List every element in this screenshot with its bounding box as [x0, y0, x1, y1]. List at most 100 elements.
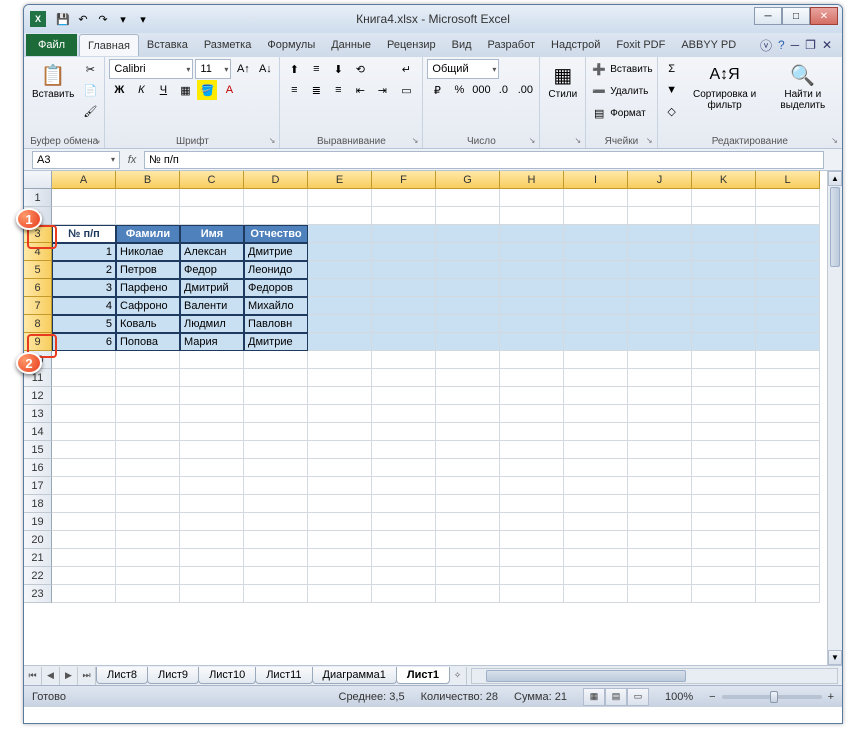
cell-F13[interactable] — [372, 405, 436, 423]
cell-K22[interactable] — [692, 567, 756, 585]
cell-C16[interactable] — [180, 459, 244, 477]
cell-K2[interactable] — [692, 207, 756, 225]
tab-data[interactable]: Данные — [323, 34, 379, 56]
cell-B14[interactable] — [116, 423, 180, 441]
font-name-combo[interactable]: Calibri — [109, 59, 193, 79]
cell-L3[interactable] — [756, 225, 820, 243]
cell-K21[interactable] — [692, 549, 756, 567]
wrap-text-icon[interactable]: ↵ — [394, 59, 418, 79]
column-header-J[interactable]: J — [628, 171, 692, 189]
row-header-14[interactable]: 14 — [24, 423, 52, 441]
zoom-track[interactable] — [722, 695, 822, 699]
inc-dec-icon[interactable]: .0 — [493, 80, 513, 100]
cell-D3[interactable]: Отчество — [244, 225, 308, 243]
cell-D13[interactable] — [244, 405, 308, 423]
cell-G20[interactable] — [436, 531, 500, 549]
paste-button[interactable]: 📋 Вставить — [28, 59, 78, 102]
cell-F18[interactable] — [372, 495, 436, 513]
cell-H8[interactable] — [500, 315, 564, 333]
cell-K3[interactable] — [692, 225, 756, 243]
delete-cells-button[interactable]: Удалить — [610, 86, 648, 97]
row-header-19[interactable]: 19 — [24, 513, 52, 531]
cell-B10[interactable] — [116, 351, 180, 369]
cell-F1[interactable] — [372, 189, 436, 207]
cell-I17[interactable] — [564, 477, 628, 495]
scroll-down-icon[interactable]: ▼ — [828, 650, 842, 665]
cell-E21[interactable] — [308, 549, 372, 567]
vertical-scrollbar[interactable]: ▲ ▼ — [827, 171, 842, 665]
cell-C9[interactable]: Мария — [180, 333, 244, 351]
cells-area[interactable]: № п/пФамилиИмяОтчество1НиколаеАлексанДми… — [52, 189, 827, 665]
cell-L4[interactable] — [756, 243, 820, 261]
cell-J11[interactable] — [628, 369, 692, 387]
cell-F16[interactable] — [372, 459, 436, 477]
hscroll-thumb[interactable] — [486, 670, 686, 682]
cell-A15[interactable] — [52, 441, 116, 459]
cell-F17[interactable] — [372, 477, 436, 495]
copy-icon[interactable]: 📄 — [80, 80, 100, 100]
cell-B3[interactable]: Фамили — [116, 225, 180, 243]
cell-C17[interactable] — [180, 477, 244, 495]
cell-E2[interactable] — [308, 207, 372, 225]
cell-I4[interactable] — [564, 243, 628, 261]
name-box[interactable]: A3 — [32, 151, 120, 169]
cell-G7[interactable] — [436, 297, 500, 315]
cell-B17[interactable] — [116, 477, 180, 495]
cell-A23[interactable] — [52, 585, 116, 603]
cell-D12[interactable] — [244, 387, 308, 405]
indent-inc-icon[interactable]: ⇥ — [372, 80, 392, 100]
cell-A20[interactable] — [52, 531, 116, 549]
align-left-icon[interactable]: ≡ — [284, 80, 304, 100]
cell-E11[interactable] — [308, 369, 372, 387]
cell-I22[interactable] — [564, 567, 628, 585]
cell-L21[interactable] — [756, 549, 820, 567]
percent-icon[interactable]: % — [449, 80, 469, 100]
cell-A11[interactable] — [52, 369, 116, 387]
cell-J9[interactable] — [628, 333, 692, 351]
cell-F4[interactable] — [372, 243, 436, 261]
maximize-button[interactable]: □ — [782, 7, 810, 25]
cell-E13[interactable] — [308, 405, 372, 423]
row-header-8[interactable]: 8 — [24, 315, 52, 333]
cell-I2[interactable] — [564, 207, 628, 225]
cell-L1[interactable] — [756, 189, 820, 207]
tab-foxit[interactable]: Foxit PDF — [608, 34, 673, 56]
column-header-I[interactable]: I — [564, 171, 628, 189]
cell-J16[interactable] — [628, 459, 692, 477]
cell-E20[interactable] — [308, 531, 372, 549]
column-header-K[interactable]: K — [692, 171, 756, 189]
cell-L16[interactable] — [756, 459, 820, 477]
cell-L10[interactable] — [756, 351, 820, 369]
row-header-17[interactable]: 17 — [24, 477, 52, 495]
underline-button[interactable]: Ч — [153, 80, 173, 100]
cell-F14[interactable] — [372, 423, 436, 441]
scroll-thumb[interactable] — [830, 187, 840, 267]
cell-K15[interactable] — [692, 441, 756, 459]
styles-button[interactable]: ▦ Стили — [544, 59, 581, 102]
cell-D22[interactable] — [244, 567, 308, 585]
cell-A4[interactable]: 1 — [52, 243, 116, 261]
sheet-nav-next[interactable]: ▶ — [60, 667, 78, 685]
sheet-tab-Лист10[interactable]: Лист10 — [198, 667, 256, 684]
cell-C1[interactable] — [180, 189, 244, 207]
cell-C13[interactable] — [180, 405, 244, 423]
merge-icon[interactable]: ▭ — [394, 80, 418, 100]
cell-D1[interactable] — [244, 189, 308, 207]
cell-F5[interactable] — [372, 261, 436, 279]
cell-K7[interactable] — [692, 297, 756, 315]
cell-F15[interactable] — [372, 441, 436, 459]
cell-J17[interactable] — [628, 477, 692, 495]
fill-icon[interactable]: ▼ — [662, 80, 682, 100]
format-cells-icon[interactable]: ▤ — [590, 103, 608, 123]
cell-G19[interactable] — [436, 513, 500, 531]
cell-K5[interactable] — [692, 261, 756, 279]
cell-K23[interactable] — [692, 585, 756, 603]
cell-E23[interactable] — [308, 585, 372, 603]
tab-insert[interactable]: Вставка — [139, 34, 196, 56]
cell-I21[interactable] — [564, 549, 628, 567]
cell-H9[interactable] — [500, 333, 564, 351]
cell-A3[interactable]: № п/п — [52, 225, 116, 243]
sheet-nav-prev[interactable]: ◀ — [42, 667, 60, 685]
cell-C14[interactable] — [180, 423, 244, 441]
cell-D2[interactable] — [244, 207, 308, 225]
